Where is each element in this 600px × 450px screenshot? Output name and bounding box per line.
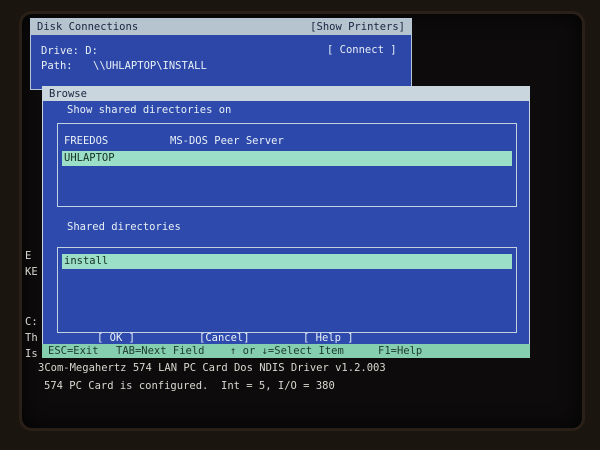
status-bar: ESC=Exit TAB=Next Field ↑ or ↓=Select It… [42, 344, 530, 358]
servers-label: Show shared directories on [67, 104, 232, 116]
show-printers-button[interactable]: [Show Printers] [310, 21, 405, 34]
share-name: install [64, 255, 109, 267]
driver-line-2: 574 PC Card is configured. Int = 5, I/O … [44, 380, 335, 392]
fragment-is: Is [25, 348, 38, 360]
driver-line-1: 3Com-Megahertz 574 LAN PC Card Dos NDIS … [38, 362, 386, 374]
disk-connections-title: Disk Connections [37, 21, 139, 33]
server-row-selected[interactable]: UHLAPTOP [62, 151, 512, 166]
status-tab: TAB=Next Field [116, 345, 205, 357]
fragment-c: C: [25, 316, 38, 328]
server-list[interactable]: FREEDOS MS-DOS Peer Server UHLAPTOP [57, 123, 517, 207]
shares-label: Shared directories [67, 221, 181, 233]
server-comment: MS-DOS Peer Server [170, 135, 284, 147]
status-esc: ESC=Exit [48, 345, 99, 357]
connect-button[interactable]: [ Connect ] [327, 44, 397, 57]
disk-connections-titlebar: Disk Connections [Show Printers] [31, 19, 411, 35]
fragment-th: Th [25, 332, 38, 344]
disk-connections-window: Disk Connections [Show Printers] Drive: … [30, 18, 412, 90]
dos-screen: Disk Connections [Show Printers] Drive: … [22, 14, 582, 428]
browse-window: Browse Show shared directories on FREEDO… [42, 86, 530, 346]
drive-label: Drive: D: [41, 45, 98, 57]
status-arrows: ↑ or ↓=Select Item [230, 345, 344, 357]
browse-title: Browse [49, 88, 87, 100]
browse-titlebar: Browse [43, 87, 529, 101]
path-input[interactable]: \\UHLAPTOP\INSTALL [93, 60, 207, 73]
server-name: UHLAPTOP [64, 152, 115, 164]
fragment-ke: KE [25, 266, 38, 278]
server-row[interactable]: FREEDOS MS-DOS Peer Server [62, 134, 512, 149]
fragment-e: E [25, 250, 32, 262]
server-name: FREEDOS [64, 135, 109, 147]
status-f1: F1=Help [378, 345, 423, 357]
path-label: Path: [41, 60, 73, 72]
shares-list[interactable]: install [57, 247, 517, 333]
share-row-selected[interactable]: install [62, 254, 512, 269]
